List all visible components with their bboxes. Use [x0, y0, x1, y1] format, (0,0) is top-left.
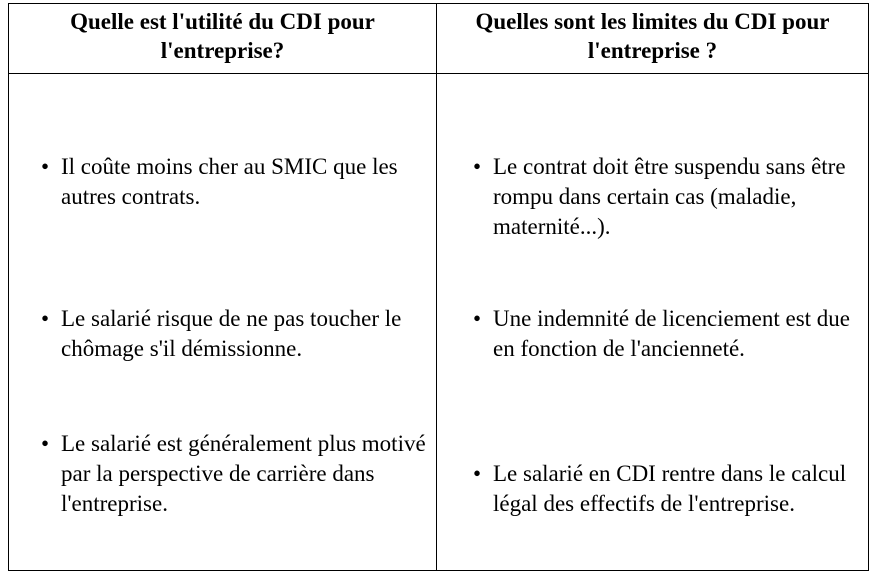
utility-item-1: Il coûte moins cher au SMIC que les autr… — [61, 154, 398, 209]
list-item: • Le contrat doit être suspendu sans êtr… — [437, 152, 868, 242]
cdi-table-container: Quelle est l'utilité du CDI pour l'entre… — [8, 3, 869, 571]
table-header-row: Quelle est l'utilité du CDI pour l'entre… — [8, 3, 869, 74]
bullet-icon: • — [472, 306, 482, 331]
bullet-icon: • — [40, 431, 50, 456]
limits-item-2: Une indemnité de licenciement est due en… — [493, 306, 851, 361]
list-item: • Le salarié est généralement plus motiv… — [9, 429, 436, 519]
limits-cell: • Le contrat doit être suspendu sans êtr… — [436, 73, 869, 571]
list-item: • Une indemnité de licenciement est due … — [437, 304, 868, 364]
header-limits: Quelles sont les limites du CDI pour l'e… — [436, 3, 869, 74]
list-item: • Le salarié en CDI rentre dans le calcu… — [437, 459, 868, 519]
header-utility: Quelle est l'utilité du CDI pour l'entre… — [8, 3, 437, 74]
utility-item-3: Le salarié est généralement plus motivé … — [61, 431, 426, 516]
utility-item-2: Le salarié risque de ne pas toucher le c… — [61, 306, 402, 361]
bullet-icon: • — [40, 306, 50, 331]
cdi-comparison-table: Quelle est l'utilité du CDI pour l'entre… — [8, 3, 869, 571]
list-item: • Le salarié risque de ne pas toucher le… — [9, 304, 436, 364]
table-body-row: • Il coûte moins cher au SMIC que les au… — [8, 73, 869, 571]
limits-item-3: Le salarié en CDI rentre dans le calcul … — [493, 461, 847, 516]
list-item: • Il coûte moins cher au SMIC que les au… — [9, 152, 436, 212]
bullet-icon: • — [40, 154, 50, 179]
utility-cell: • Il coûte moins cher au SMIC que les au… — [8, 73, 437, 571]
bullet-icon: • — [472, 154, 482, 179]
bullet-icon: • — [472, 461, 482, 486]
limits-item-1: Le contrat doit être suspendu sans être … — [493, 154, 846, 239]
